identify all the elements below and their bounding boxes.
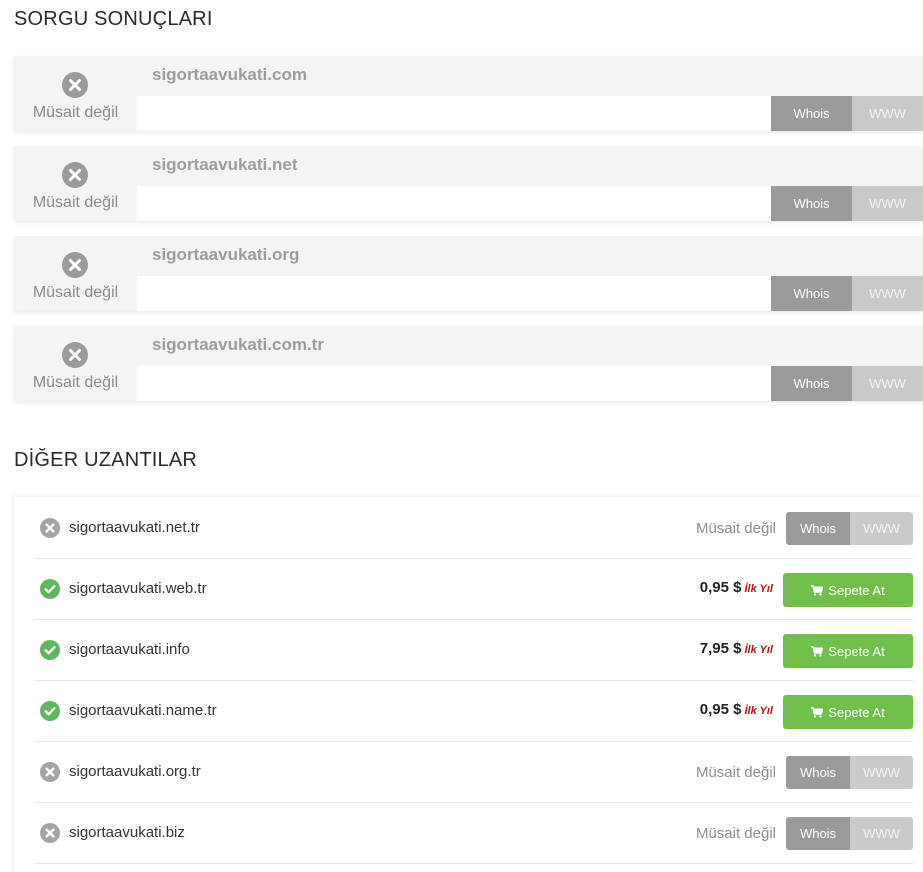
www-button[interactable]: WWW — [850, 817, 913, 850]
add-to-cart-button[interactable]: Sepete At — [783, 573, 913, 607]
add-to-cart-label: Sepete At — [828, 582, 885, 598]
price-value: 0,95 $ — [699, 579, 742, 596]
add-to-cart-button[interactable]: Sepete At — [783, 695, 913, 729]
result-domain-name: sigortaavukati.net — [152, 155, 298, 174]
www-button[interactable]: WWW — [852, 96, 923, 131]
result-card: Müsait değil sigortaavukati.com Whois WW… — [14, 56, 923, 131]
list-item: sigortaavukati.biz Müsait değil Whois WW… — [34, 803, 913, 864]
availability-status: Müsait değil — [695, 520, 776, 537]
domain-name: sigortaavukati.biz — [69, 824, 185, 841]
www-button[interactable]: WWW — [852, 276, 923, 311]
result-domain-name: sigortaavukati.com.tr — [152, 335, 324, 354]
other-extensions-title: DİĞER UZANTILAR — [14, 449, 198, 471]
domain-name: sigortaavukati.org.tr — [69, 763, 201, 780]
result-domain-name: sigortaavukati.org — [152, 245, 300, 264]
result-detail-bar — [137, 186, 771, 221]
list-item: sigortaavukati.org.tr Müsait değil Whois… — [34, 742, 913, 803]
result-card: Müsait değil sigortaavukati.net Whois WW… — [14, 146, 923, 221]
x-circle-icon — [62, 342, 88, 368]
add-to-cart-label: Sepete At — [828, 643, 885, 659]
domain-name: sigortaavukati.name.tr — [69, 702, 217, 719]
result-status-text: Müsait değil — [32, 374, 119, 391]
result-status: Müsait değil — [14, 236, 137, 311]
www-button[interactable]: WWW — [850, 756, 913, 789]
whois-button[interactable]: Whois — [771, 96, 852, 131]
list-item: sigortaavukati.net.tr Müsait değil Whois… — [34, 498, 913, 559]
check-circle-icon — [40, 640, 60, 660]
price-period: İlk Yıl — [744, 583, 773, 595]
result-detail-bar — [137, 276, 771, 311]
x-circle-icon — [62, 72, 88, 98]
domain-name: sigortaavukati.info — [69, 641, 190, 658]
whois-button[interactable]: Whois — [786, 817, 850, 850]
whois-button[interactable]: Whois — [771, 186, 852, 221]
domain-name: sigortaavukati.net.tr — [69, 519, 200, 536]
x-circle-icon — [40, 823, 60, 843]
result-domain-name: sigortaavukati.com — [152, 65, 307, 84]
add-to-cart-label: Sepete At — [828, 704, 885, 720]
price-period: İlk Yıl — [744, 705, 773, 717]
price: 0,95 $ İlk Yıl — [700, 579, 773, 596]
shopping-cart-icon — [811, 645, 824, 657]
price-value: 7,95 $ — [699, 640, 742, 657]
result-status: Müsait değil — [14, 326, 137, 401]
www-button[interactable]: WWW — [852, 186, 923, 221]
check-circle-icon — [40, 701, 60, 721]
www-button[interactable]: WWW — [852, 366, 923, 401]
price: 7,95 $ İlk Yıl — [700, 640, 773, 657]
check-circle-icon — [40, 579, 60, 599]
whois-button[interactable]: Whois — [786, 512, 850, 545]
other-extensions-panel: sigortaavukati.net.tr Müsait değil Whois… — [14, 497, 923, 872]
result-status: Müsait değil — [14, 56, 137, 131]
list-item: sigortaavukati.info 7,95 $ İlk Yıl Sepete… — [34, 620, 913, 681]
price-period: İlk Yıl — [744, 644, 773, 656]
x-circle-icon — [62, 252, 88, 278]
shopping-cart-icon — [811, 584, 824, 596]
availability-status: Müsait değil — [695, 764, 776, 781]
whois-button[interactable]: Whois — [771, 276, 852, 311]
result-status: Müsait değil — [14, 146, 137, 221]
result-status-text: Müsait değil — [32, 104, 119, 121]
result-card: Müsait değil sigortaavukati.com.tr Whois… — [14, 326, 923, 401]
list-item: sigortaavukati.name.tr 0,95 $ İlk Yıl Sep… — [34, 681, 913, 742]
result-status-text: Müsait değil — [32, 194, 119, 211]
price-value: 0,95 $ — [699, 701, 742, 718]
x-circle-icon — [62, 162, 88, 188]
whois-button[interactable]: Whois — [771, 366, 852, 401]
results-section-title: SORGU SONUÇLARI — [14, 8, 213, 30]
add-to-cart-button[interactable]: Sepete At — [783, 634, 913, 668]
domain-name: sigortaavukati.web.tr — [69, 580, 207, 597]
result-detail-bar — [137, 96, 771, 131]
result-status-text: Müsait değil — [32, 284, 119, 301]
x-circle-icon — [40, 518, 60, 538]
www-button[interactable]: WWW — [850, 512, 913, 545]
result-detail-bar — [137, 366, 771, 401]
availability-status: Müsait değil — [695, 825, 776, 842]
shopping-cart-icon — [811, 706, 824, 718]
x-circle-icon — [40, 762, 60, 782]
price: 0,95 $ İlk Yıl — [700, 701, 773, 718]
result-card: Müsait değil sigortaavukati.org Whois WW… — [14, 236, 923, 311]
list-item: sigortaavukati.web.tr 0,95 $ İlk Yıl Sepe… — [34, 559, 913, 620]
whois-button[interactable]: Whois — [786, 756, 850, 789]
